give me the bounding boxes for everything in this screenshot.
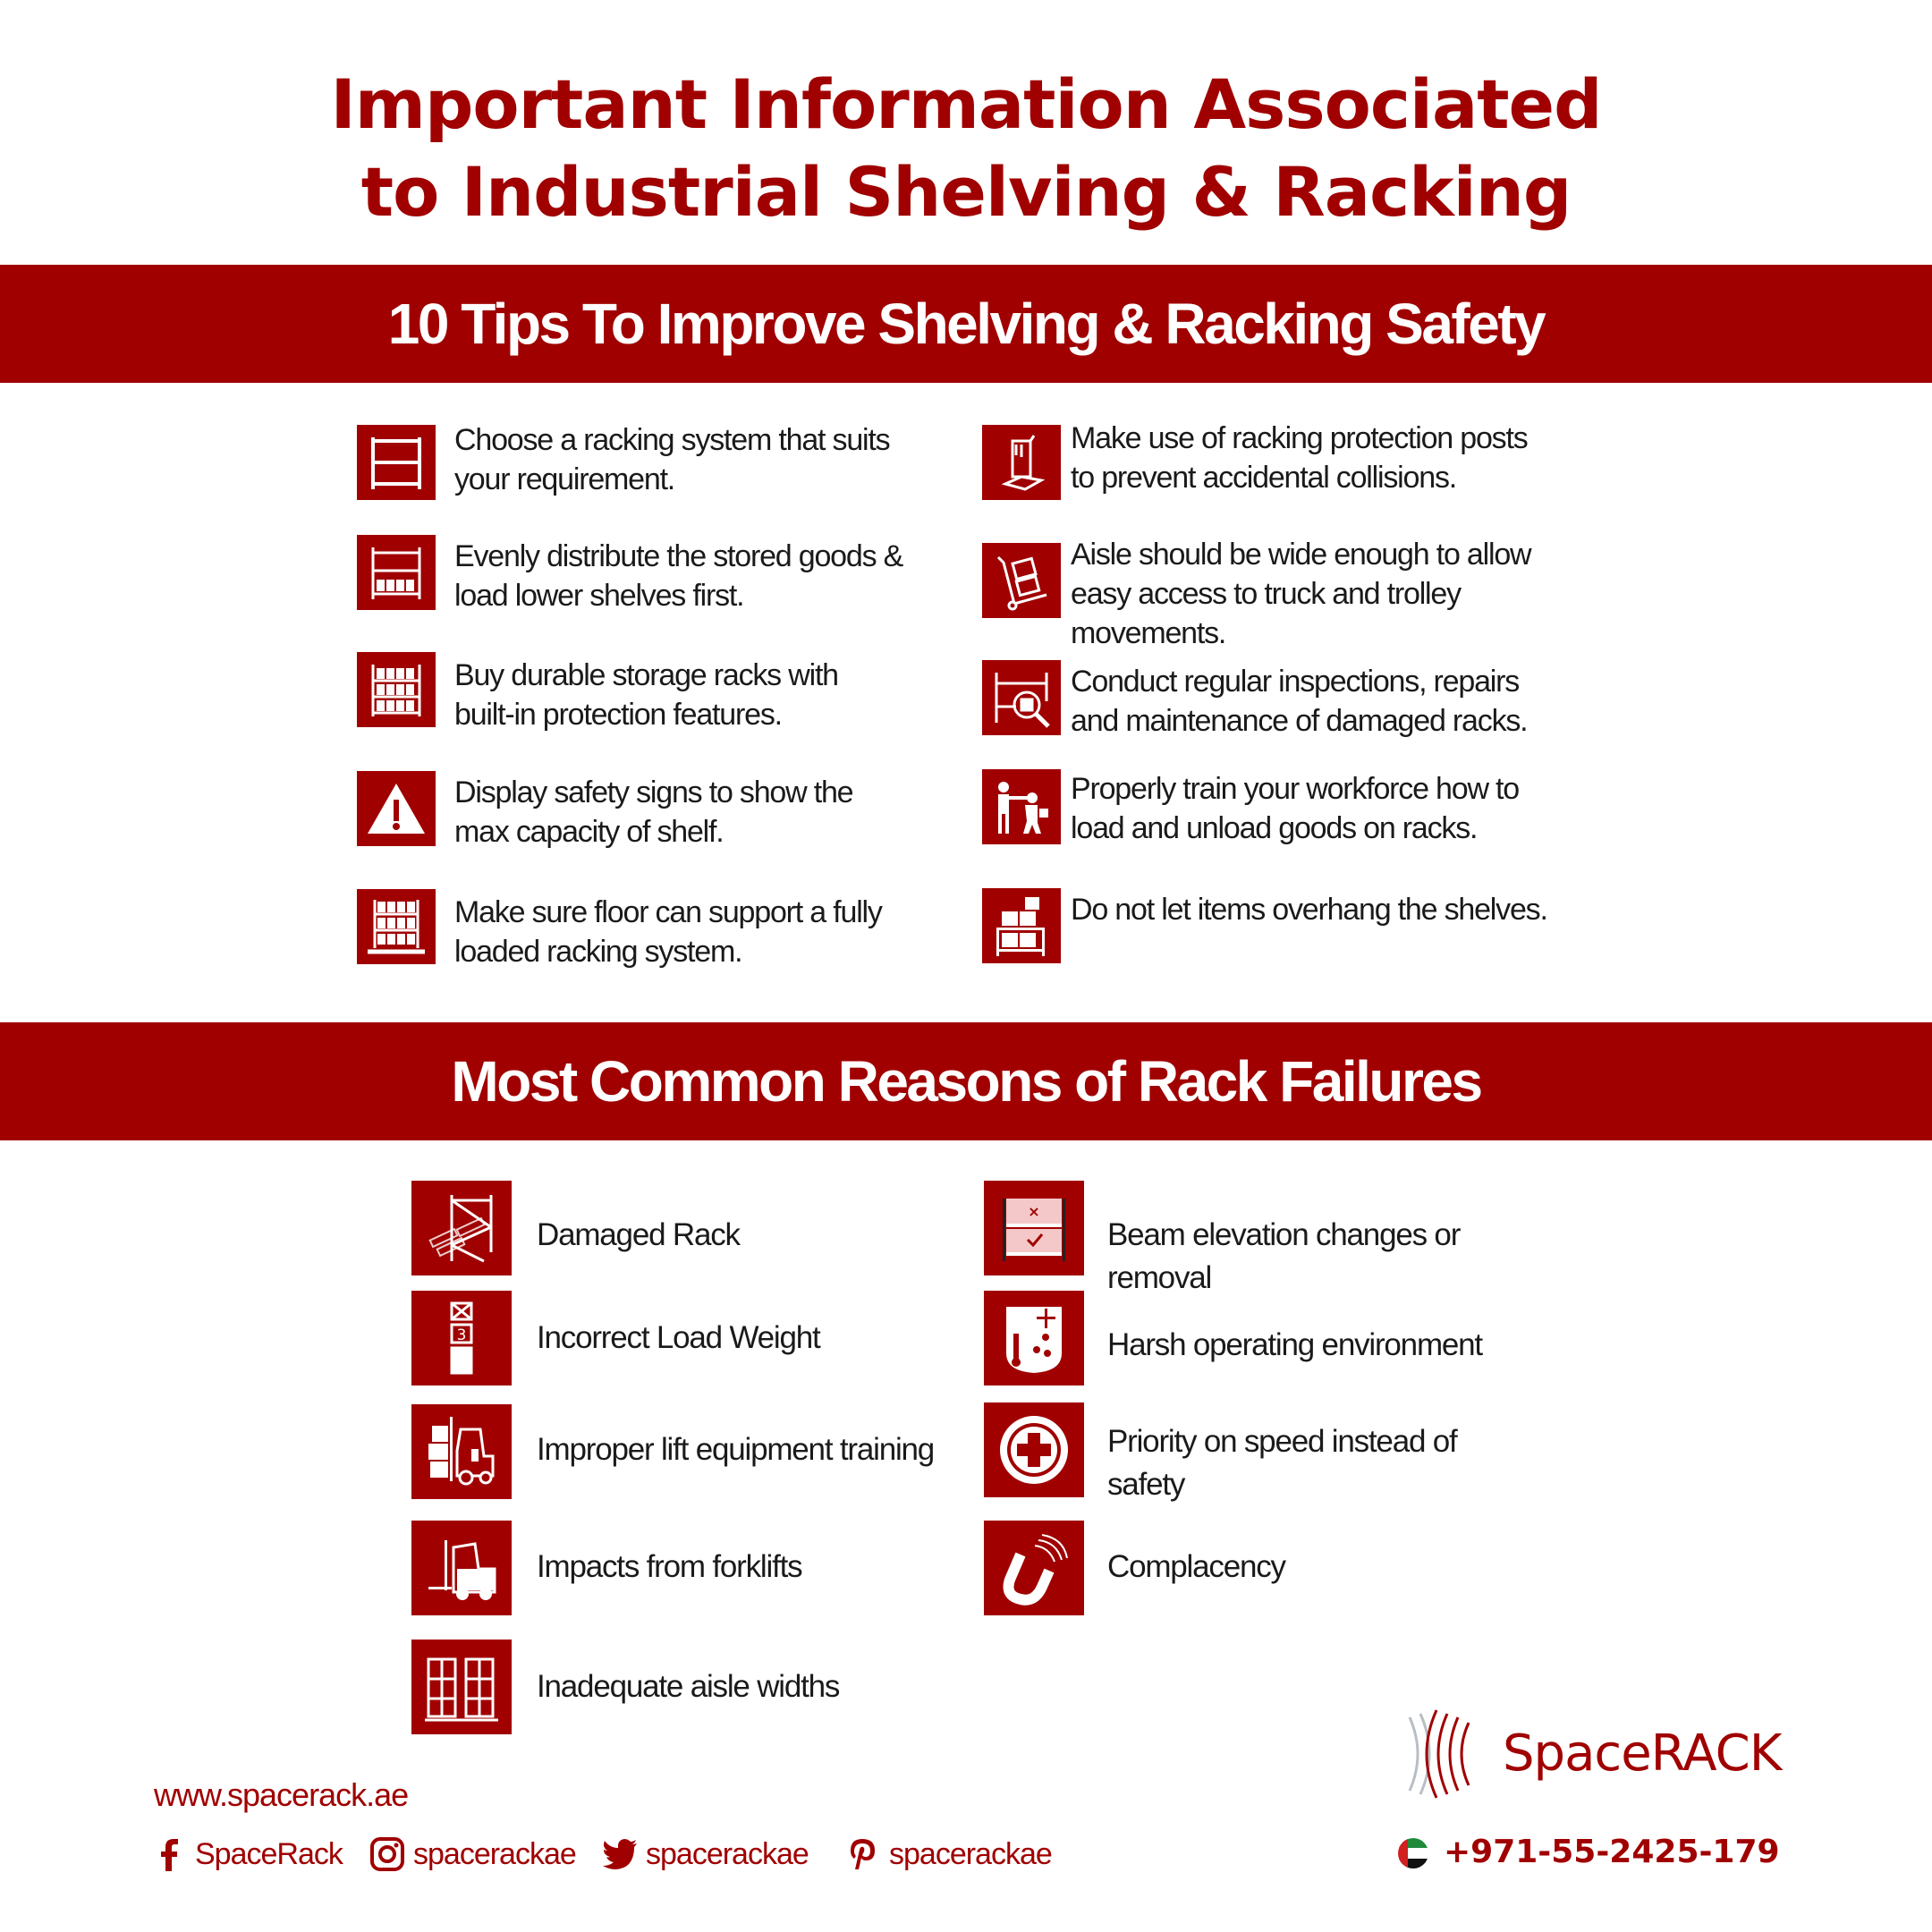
tip-line: Buy durable storage racks with <box>454 658 839 692</box>
instagram-label: spacerackae <box>413 1836 577 1871</box>
load-weight-icon: 3 <box>411 1291 512 1385</box>
svg-text:3: 3 <box>457 1326 467 1344</box>
rack-floor-icon <box>357 889 436 964</box>
phone-number[interactable]: +971-55-2425-179 <box>1444 1834 1780 1870</box>
facebook-link[interactable]: SpaceRack <box>150 1835 343 1873</box>
svg-text:×: × <box>1028 1203 1039 1220</box>
rack-inspection-icon <box>982 660 1061 735</box>
reason-item: Incorrect Load Weight <box>537 1320 821 1355</box>
main-title-line-1: Important Information Associated <box>330 64 1602 144</box>
damaged-rack-icon <box>411 1181 512 1275</box>
tip-item: Properly train your workforce how to loa… <box>1071 769 1520 848</box>
tip-line: max capacity of shelf. <box>454 815 724 849</box>
brand-name: SpaceRACK <box>1503 1724 1782 1783</box>
instagram-icon <box>370 1837 404 1871</box>
rack-shelf-icon <box>357 425 436 500</box>
website-link[interactable]: www.spacerack.ae <box>154 1776 409 1814</box>
reason-item: Complacency <box>1107 1549 1286 1584</box>
tip-line: to prevent accidental collisions. <box>1071 461 1457 495</box>
tip-line: loaded racking system. <box>454 935 743 969</box>
reason-line: removal <box>1107 1260 1212 1295</box>
overhang-boxes-icon <box>982 888 1061 963</box>
magnet-icon <box>984 1521 1084 1615</box>
tip-line: Display safety signs to show the <box>454 775 854 809</box>
reason-item: Harsh operating environment <box>1107 1327 1483 1362</box>
safety-first-icon <box>984 1402 1084 1497</box>
tip-line: Do not let items overhang the shelves. <box>1071 893 1548 927</box>
twitter-link[interactable]: spacerackae <box>601 1835 809 1873</box>
tip-item: Do not let items overhang the shelves. <box>1071 890 1548 929</box>
facebook-label: SpaceRack <box>195 1836 343 1871</box>
protection-post-icon <box>982 425 1061 500</box>
reason-line: Priority on speed instead of <box>1107 1424 1458 1459</box>
tip-item: Evenly distribute the stored goods & loa… <box>454 537 903 615</box>
tip-line: load lower shelves first. <box>454 579 745 613</box>
uae-flag-icon <box>1397 1837 1429 1869</box>
tip-line: built-in protection features. <box>454 698 783 732</box>
twitter-label: spacerackae <box>646 1836 809 1871</box>
reason-line: safety <box>1107 1467 1185 1502</box>
reason-item: Inadequate aisle widths <box>537 1669 840 1704</box>
tip-line: your requirement. <box>454 462 675 496</box>
tips-section-heading: 10 Tips To Improve Shelving & Racking Sa… <box>387 292 1546 356</box>
tip-line: load and unload goods on racks. <box>1071 811 1478 845</box>
reason-item: Damaged Rack <box>537 1217 741 1252</box>
tip-item: Make use of racking protection posts to … <box>1071 419 1529 497</box>
twitter-icon <box>603 1839 637 1869</box>
rack-loaded-bottom-icon <box>357 535 436 610</box>
instagram-link[interactable]: spacerackae <box>369 1835 577 1873</box>
tip-line: movements. <box>1071 616 1226 650</box>
forklift-boxes-icon <box>411 1404 512 1499</box>
pinterest-label: spacerackae <box>889 1836 1053 1871</box>
rack-full-icon <box>357 652 436 727</box>
tip-line: Properly train your workforce how to <box>1071 772 1520 806</box>
tip-item: Aisle should be wide enough to allow eas… <box>1071 535 1532 653</box>
reason-item: Beam elevation changes or removal <box>1107 1214 1461 1300</box>
tip-item: Make sure floor can support a fully load… <box>454 893 883 971</box>
tip-item: Choose a racking system that suits your … <box>454 420 891 499</box>
tip-line: and maintenance of damaged racks. <box>1071 704 1529 738</box>
reason-item: Priority on speed instead of safety <box>1107 1420 1458 1506</box>
workforce-training-icon <box>982 769 1061 844</box>
reason-item: Improper lift equipment training <box>537 1432 935 1467</box>
forklift-icon <box>411 1521 512 1615</box>
tip-line: Conduct regular inspections, repairs <box>1071 665 1520 699</box>
failures-section-heading: Most Common Reasons of Rack Failures <box>451 1049 1483 1114</box>
tip-item: Conduct regular inspections, repairs and… <box>1071 662 1529 741</box>
main-title-line-2: to Industrial Shelving & Racking <box>360 152 1572 232</box>
hand-truck-icon <box>982 543 1061 618</box>
tip-line: easy access to truck and trolley <box>1071 577 1462 611</box>
harsh-environment-icon <box>984 1291 1084 1385</box>
tip-item: Display safety signs to show the max cap… <box>454 773 854 852</box>
reason-line: Beam elevation changes or <box>1107 1217 1461 1252</box>
warning-triangle-icon <box>357 771 436 846</box>
pinterest-icon <box>851 1839 875 1869</box>
tip-line: Evenly distribute the stored goods & <box>454 539 903 573</box>
tip-line: Make sure floor can support a fully <box>454 895 883 929</box>
tip-line: Make use of racking protection posts <box>1071 421 1529 455</box>
reason-item: Impacts from forklifts <box>537 1549 803 1584</box>
tip-line: Aisle should be wide enough to allow <box>1071 538 1532 572</box>
tip-item: Buy durable storage racks with built-in … <box>454 656 839 734</box>
spacerack-logo-waves-icon <box>1395 1705 1503 1803</box>
aisle-racks-icon <box>411 1640 512 1734</box>
facebook-icon <box>161 1839 178 1871</box>
beam-elevation-icon: × <box>984 1181 1084 1275</box>
pinterest-link[interactable]: spacerackae <box>844 1835 1053 1873</box>
tip-line: Choose a racking system that suits <box>454 423 891 457</box>
